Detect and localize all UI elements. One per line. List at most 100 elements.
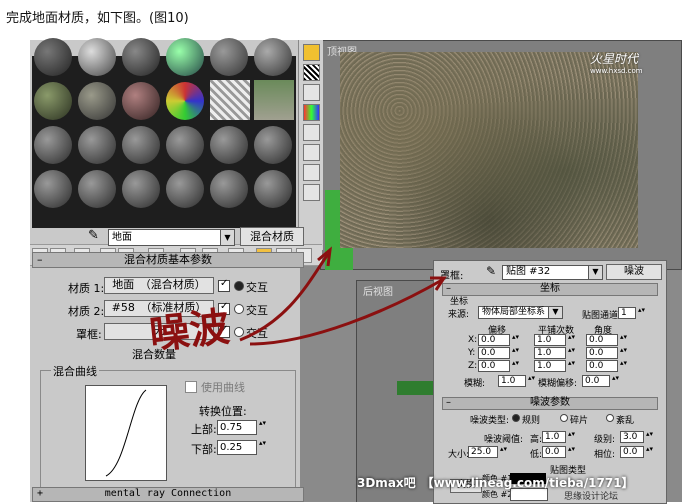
video-color-icon[interactable] [303, 124, 320, 141]
mask-label: 罩框: [76, 328, 102, 341]
material-slot[interactable] [122, 170, 160, 208]
size-spinner[interactable]: 25.0 [468, 446, 508, 458]
map-name-field[interactable]: 贴图 #32 ▼ [502, 265, 603, 280]
lower-spinner[interactable]: 0.25 [217, 440, 267, 455]
material-slot[interactable] [34, 38, 72, 76]
chevron-down-icon[interactable]: ▼ [588, 266, 602, 279]
blend-curve-title: 混合曲线 [51, 363, 99, 379]
material-slot[interactable] [34, 126, 72, 164]
material-slot[interactable] [210, 170, 248, 208]
material-slot[interactable] [210, 126, 248, 164]
threshold-label: 噪波阈值: [484, 435, 524, 445]
bottom-watermark: 3Dmax吧 【www.lineag.com/tieba/1771】 [357, 476, 634, 490]
use-curve-label: 使用曲线 [201, 381, 245, 394]
caption: 完成地面材质，如下图。(图10) [6, 11, 189, 26]
material1-button[interactable]: 地面 （混合材质） [104, 277, 214, 294]
ground-texture-preview [340, 52, 638, 248]
options-icon[interactable] [303, 164, 320, 181]
material-slot[interactable] [34, 170, 72, 208]
row-y-axis: Y: [468, 348, 476, 358]
levels-spinner[interactable]: 3.0 [620, 431, 654, 443]
z-angle-spinner[interactable]: 0.0 [586, 360, 628, 372]
coords-rollout-header[interactable]: – 坐标 [442, 283, 658, 296]
low-label: 低: [530, 450, 543, 460]
y-tiling-spinner[interactable]: 1.0 [534, 347, 576, 359]
z-offset-spinner[interactable]: 0.0 [478, 360, 520, 372]
color-check-icon[interactable] [303, 104, 320, 121]
turbulence-label: 紊乱 [616, 416, 635, 426]
regular-label: 规则 [522, 416, 541, 426]
levels-label: 级别: [594, 435, 616, 445]
material-slot[interactable] [122, 38, 160, 76]
pick-material-icon[interactable]: ✎ [88, 228, 99, 243]
checker-background-icon[interactable] [303, 64, 320, 81]
phase-spinner[interactable]: 0.0 [620, 446, 654, 458]
handwritten-noise-annotation: 噪波 [147, 303, 232, 359]
source-dropdown[interactable]: 物体局部坐标系 ▼ [478, 306, 563, 319]
lower-label: 下部: [191, 443, 217, 456]
material-slot[interactable] [254, 170, 292, 208]
sample-type-icon[interactable] [303, 44, 320, 61]
x-offset-spinner[interactable]: 0.0 [478, 334, 520, 346]
upper-spinner[interactable]: 0.75 [217, 420, 267, 435]
pick-map-icon[interactable]: ✎ [486, 264, 496, 278]
size-label: 大小: [448, 450, 470, 460]
material-slot[interactable] [78, 38, 116, 76]
map-channel-spinner[interactable]: 1 [618, 307, 646, 319]
material-slot[interactable] [254, 38, 292, 76]
y-offset-spinner[interactable]: 0.0 [478, 347, 520, 359]
blur-label: 模糊: [464, 379, 486, 389]
material-slot[interactable] [122, 126, 160, 164]
regular-radio[interactable] [512, 414, 520, 422]
z-tiling-spinner[interactable]: 1.0 [534, 360, 576, 372]
chevron-down-icon[interactable]: ▼ [548, 307, 562, 318]
blur-offset-label: 模糊偏移: [538, 379, 578, 389]
backlight-icon[interactable] [303, 84, 320, 101]
material-slot[interactable] [166, 126, 204, 164]
mental-ray-label: mental ray Connection [104, 488, 232, 499]
material-slot[interactable] [78, 82, 116, 120]
turbulence-radio[interactable] [606, 414, 614, 422]
material-slot[interactable] [254, 80, 294, 120]
blur-offset-spinner[interactable]: 0.0 [582, 375, 620, 387]
noise-map-panel: 罩框: ✎ 贴图 #32 ▼ 噪波 – 坐标 坐标 来源: 物体局部坐标系 ▼ … [433, 260, 667, 504]
blur-spinner[interactable]: 1.0 [498, 375, 536, 387]
x-angle-spinner[interactable]: 0.0 [586, 334, 628, 346]
annotation-arrows [239, 246, 447, 346]
material-slot[interactable] [78, 170, 116, 208]
select-by-material-icon[interactable] [303, 184, 320, 201]
noise-params-rollout-header[interactable]: – 噪波参数 [442, 397, 658, 410]
fractal-label: 碎片 [570, 416, 589, 426]
material-slot[interactable] [122, 82, 160, 120]
source-value: 物体局部坐标系 [482, 307, 546, 317]
material-slot[interactable] [254, 126, 292, 164]
high-spinner[interactable]: 1.0 [542, 431, 576, 443]
material-name-field[interactable]: 地面 ▼ [108, 229, 235, 246]
use-curve-checkbox[interactable] [185, 381, 197, 393]
make-preview-icon[interactable] [303, 144, 320, 161]
material-slot[interactable] [210, 38, 248, 76]
material-slot[interactable] [34, 82, 72, 120]
editor-side-toolbar [298, 40, 323, 250]
material-slot[interactable] [166, 38, 204, 76]
grass-object [397, 381, 437, 395]
low-spinner[interactable]: 0.0 [542, 446, 576, 458]
high-label: 高: [530, 435, 543, 445]
fractal-radio[interactable] [560, 414, 568, 422]
blend-rollout-title: 混合材质基本参数 [124, 253, 212, 266]
x-tiling-spinner[interactable]: 1.0 [534, 334, 576, 346]
source-label: 来源: [448, 310, 470, 320]
coords-group-label: 坐标 [450, 297, 469, 307]
noise-params-title: 噪波参数 [530, 397, 570, 408]
material-slot[interactable] [210, 80, 250, 120]
material-slot[interactable] [166, 82, 204, 120]
map-type-button[interactable]: 噪波 [606, 264, 662, 280]
material-slot[interactable] [78, 126, 116, 164]
phase-label: 相位: [594, 450, 616, 460]
material1-enable-checkbox[interactable]: ✓ [218, 278, 230, 292]
material-slot[interactable] [166, 170, 204, 208]
mental-ray-rollout-header[interactable]: + mental ray Connection [32, 487, 304, 502]
row-x-axis: X: [468, 335, 478, 345]
y-angle-spinner[interactable]: 0.0 [586, 347, 628, 359]
hxsd-logo: 火星时代 www.hxsd.com [590, 50, 643, 75]
